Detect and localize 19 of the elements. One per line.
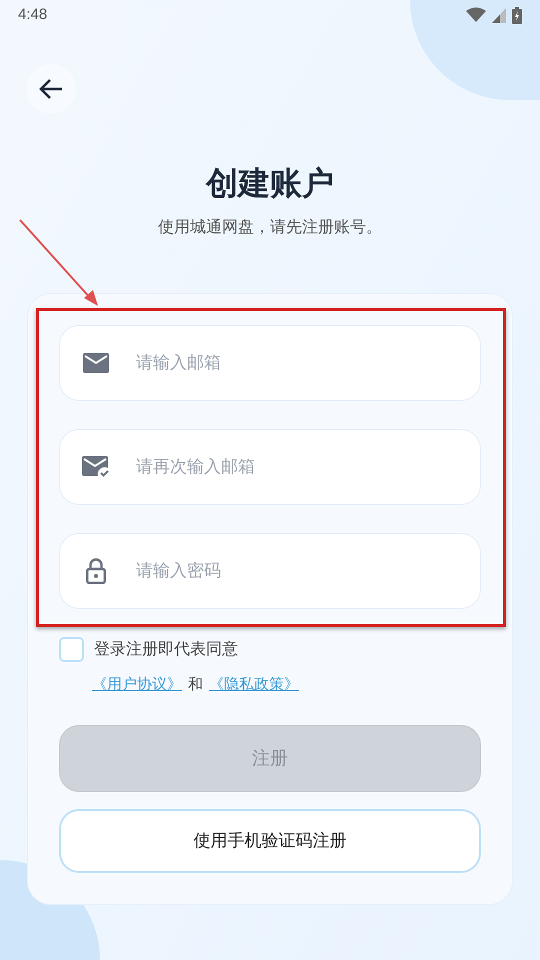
phone-register-button[interactable]: 使用手机验证码注册 — [59, 808, 481, 872]
signal-icon — [492, 8, 506, 22]
privacy-policy-link[interactable]: 《隐私政策》 — [209, 674, 299, 696]
email-field[interactable]: 请输入邮箱 — [59, 325, 481, 401]
password-field[interactable]: 请输入密码 — [59, 533, 481, 609]
lock-icon — [86, 558, 106, 584]
battery-icon — [512, 6, 522, 24]
user-agreement-link[interactable]: 《用户协议》 — [92, 674, 182, 696]
joiner-text: 和 — [188, 675, 203, 695]
envelope-icon — [83, 352, 109, 374]
email-field[interactable]: 请再次输入邮箱 — [59, 429, 481, 505]
agreement-text: 登录注册即代表同意 — [94, 640, 238, 660]
agree-checkbox[interactable] — [59, 637, 84, 662]
envelope-check-icon — [82, 455, 110, 479]
page-title: 创建账户 — [206, 164, 334, 203]
status-time: 4:48 — [18, 4, 48, 25]
back-arrow-icon — [39, 78, 63, 100]
subtitle: 使用城通网盘，请先注册账号。 — [158, 218, 382, 238]
wifi-icon — [466, 7, 486, 23]
